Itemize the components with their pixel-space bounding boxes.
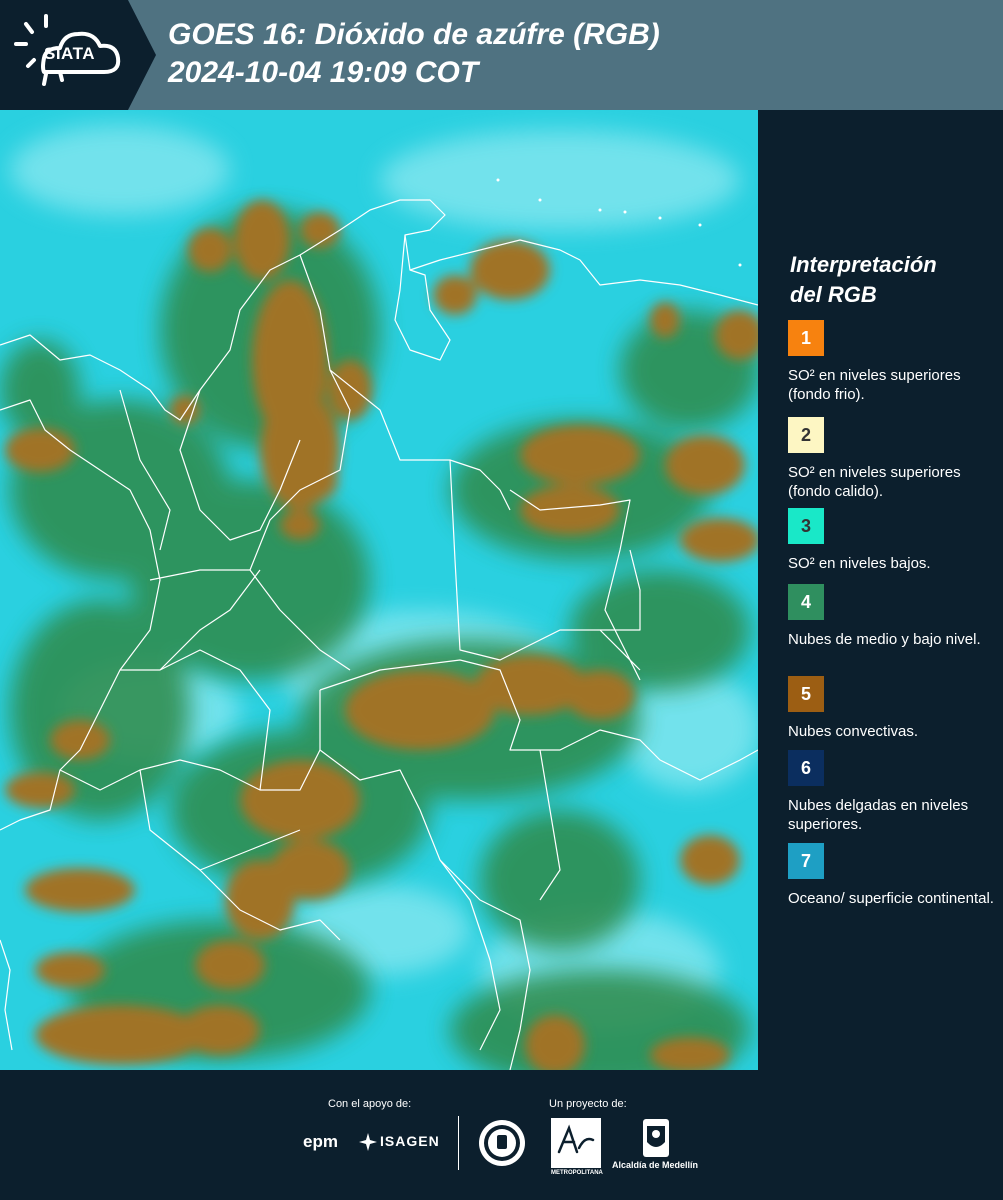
- legend-panel: Interpretación del RGB 1 SO² en niveles …: [760, 110, 1003, 1070]
- legend-swatch-6: 6: [788, 750, 824, 786]
- legend-title: Interpretación del RGB: [790, 250, 937, 310]
- legend-item-5: 5 Nubes convectivas.: [788, 676, 998, 741]
- satellite-image: [0, 110, 758, 1070]
- legend-label-5: Nubes convectivas.: [788, 723, 919, 740]
- page-title: GOES 16: Dióxido de azúfre (RGB) 2024-10…: [168, 16, 660, 92]
- project-label: Un proyecto de:: [549, 1098, 627, 1110]
- satellite-map[interactable]: [0, 110, 758, 1070]
- footer-divider: [458, 1116, 459, 1170]
- legend-item-1: 1 SO² en niveles superiores (fondo frio)…: [788, 320, 998, 404]
- support-label: Con el apoyo de:: [328, 1098, 412, 1110]
- title-line-2: 2024-10-04 19:09 COT: [168, 56, 479, 89]
- epm-logo[interactable]: epm: [303, 1132, 338, 1152]
- legend-item-7: 7 Oceano/ superficie continental.: [788, 843, 998, 908]
- alcaldia-caption: Alcaldía de Medellín: [612, 1160, 699, 1170]
- legend-swatch-2: 2: [788, 417, 824, 453]
- footer-bar: Con el apoyo de: Un proyecto de: epm ISA…: [0, 1070, 1003, 1200]
- isagen-logo[interactable]: ISAGEN: [380, 1133, 440, 1149]
- medellin-seal-icon[interactable]: [477, 1118, 527, 1168]
- area-metropolitana-logo[interactable]: [551, 1118, 601, 1168]
- legend-label-3: SO² en niveles bajos.: [788, 555, 931, 572]
- legend-label-1: SO² en niveles superiores (fondo frio).: [788, 367, 961, 403]
- title-line-1: GOES 16: Dióxido de azúfre (RGB): [168, 18, 660, 51]
- logo-chevron: [128, 0, 156, 110]
- siata-logo[interactable]: SIATA: [0, 0, 128, 110]
- legend-item-2: 2 SO² en niveles superiores (fondo calid…: [788, 417, 998, 501]
- legend-label-6: Nubes delgadas en niveles superiores.: [788, 797, 969, 833]
- legend-swatch-5: 5: [788, 676, 824, 712]
- alcaldia-shield-icon[interactable]: [642, 1118, 670, 1158]
- area-caption: METROPOLITANA: [551, 1170, 603, 1176]
- legend-title-line-1: Interpretación: [790, 252, 937, 277]
- legend-item-4: 4 Nubes de medio y bajo nivel.: [788, 584, 998, 649]
- legend-label-4: Nubes de medio y bajo nivel.: [788, 631, 981, 648]
- legend-label-2: SO² en niveles superiores (fondo calido)…: [788, 464, 961, 500]
- legend-label-7: Oceano/ superficie continental.: [788, 890, 994, 907]
- logo-text: SIATA: [44, 44, 95, 63]
- legend-title-line-2: del RGB: [790, 282, 877, 307]
- isagen-star-icon: [359, 1133, 377, 1151]
- legend-swatch-1: 1: [788, 320, 824, 356]
- legend-item-3: 3 SO² en niveles bajos.: [788, 508, 998, 573]
- legend-swatch-7: 7: [788, 843, 824, 879]
- legend-swatch-3: 3: [788, 508, 824, 544]
- legend-item-6: 6 Nubes delgadas en niveles superiores.: [788, 750, 998, 834]
- header-bar: SIATA GOES 16: Dióxido de azúfre (RGB) 2…: [0, 0, 1003, 110]
- legend-swatch-4: 4: [788, 584, 824, 620]
